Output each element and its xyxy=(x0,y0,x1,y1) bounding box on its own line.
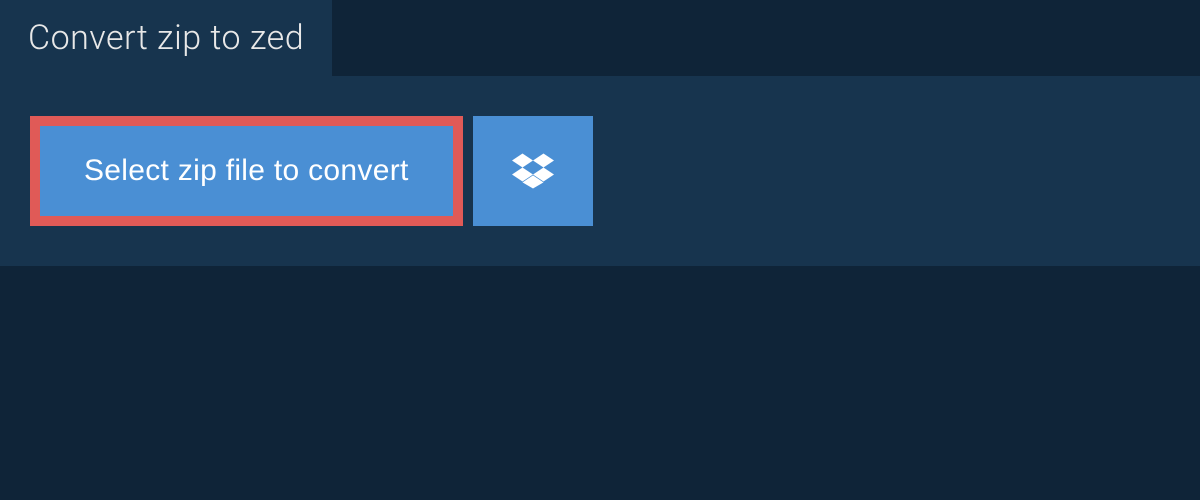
upload-panel: Select zip file to convert xyxy=(0,76,1200,266)
dropbox-button[interactable] xyxy=(473,116,593,226)
page-title: Convert zip to zed xyxy=(28,18,304,58)
select-file-button[interactable]: Select zip file to convert xyxy=(30,116,463,226)
button-row: Select zip file to convert xyxy=(30,116,1170,226)
page-header-tab: Convert zip to zed xyxy=(0,0,332,76)
dropbox-icon xyxy=(512,150,554,192)
select-file-label: Select zip file to convert xyxy=(84,154,409,188)
